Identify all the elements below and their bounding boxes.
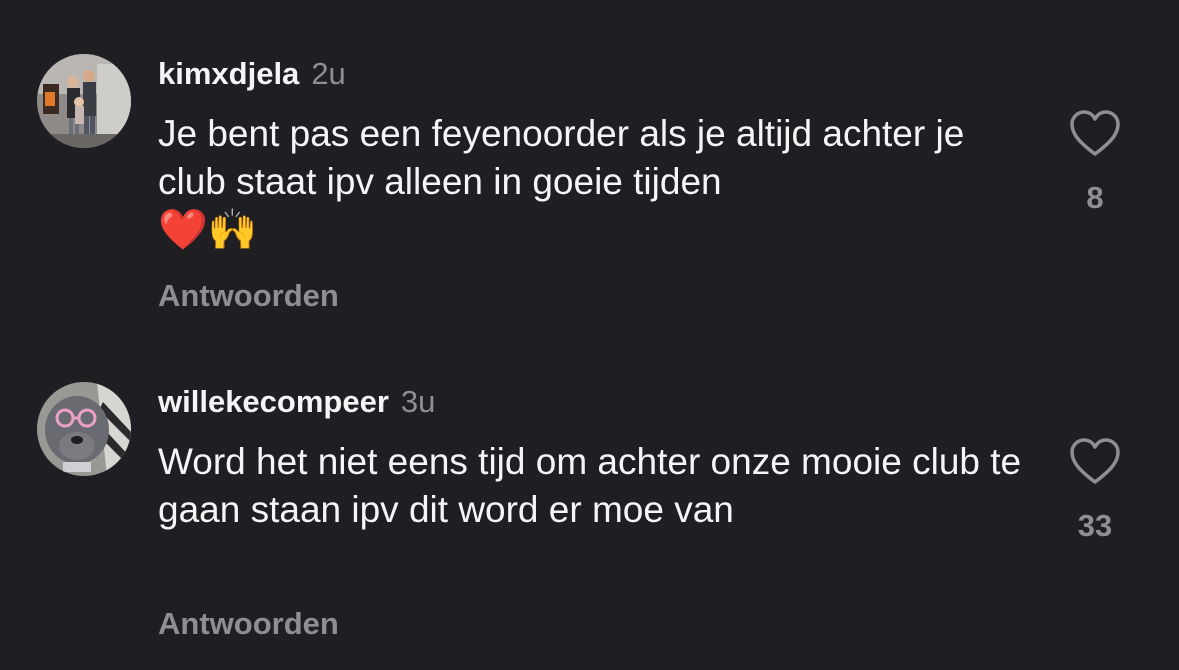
timestamp: 2u [311, 56, 346, 91]
reply-button[interactable]: Antwoorden [158, 606, 339, 642]
comment-header: willekecompeer 3u [158, 384, 435, 428]
like-count: 8 [1086, 180, 1104, 215]
comment-item: kimxdjela 2u Je bent pas een feyenoorder… [0, 52, 1179, 332]
username[interactable]: willekecompeer [158, 384, 389, 420]
timestamp: 3u [400, 384, 436, 419]
heart-outline-icon[interactable] [1069, 110, 1121, 158]
comment-text: Word het niet eens tijd om achter onze m… [158, 438, 1038, 534]
comment-body: Word het niet eens tijd om achter onze m… [158, 441, 1022, 530]
avatar[interactable] [37, 382, 131, 476]
like-control: 33 [1062, 438, 1128, 544]
comment-header: kimxdjela 2u [158, 56, 346, 100]
comment-text: Je bent pas een feyenoorder als je altij… [158, 110, 1038, 255]
avatar-photo-family [37, 54, 131, 148]
comment-item: willekecompeer 3u Word het niet eens tij… [0, 380, 1179, 660]
reply-button[interactable]: Antwoorden [158, 278, 339, 314]
like-control: 8 [1062, 110, 1128, 216]
username[interactable]: kimxdjela [158, 56, 299, 92]
like-count: 33 [1077, 508, 1113, 543]
comment-body: Je bent pas een feyenoorder als je altij… [158, 113, 965, 202]
avatar[interactable] [37, 54, 131, 148]
avatar-photo-dog [37, 382, 131, 476]
comment-emojis: ❤️🙌 [158, 208, 258, 252]
heart-outline-icon[interactable] [1069, 438, 1121, 486]
